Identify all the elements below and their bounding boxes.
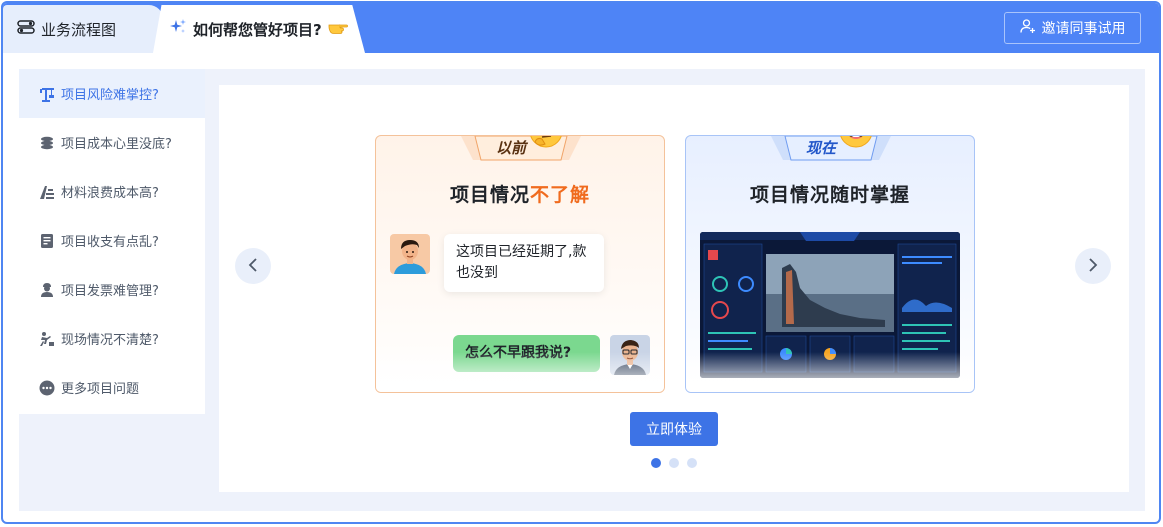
carousel-pagination <box>651 458 697 468</box>
tab-business-flow[interactable]: 业务流程图 <box>3 5 163 53</box>
before-ribbon-label: 以前 <box>495 138 526 157</box>
crane-icon <box>39 86 55 102</box>
sidebar-item-label: 项目成本心里没底? <box>61 137 172 152</box>
sidebar-item-cost[interactable]: 项目成本心里没底? <box>19 118 205 167</box>
before-ribbon: 以前 <box>461 136 581 162</box>
now-ribbon: 现在 <box>771 136 891 162</box>
chevron-left-icon <box>248 257 258 276</box>
comparison-panel: 以前 项目情况不了解 这项目已经延期了,款也没到 现在 项目情况随时掌握 立即体… <box>219 85 1129 492</box>
before-title-prefix: 项目情况 <box>449 184 530 206</box>
toggle-icon <box>17 20 35 38</box>
before-card: 以前 项目情况不了解 这项目已经延期了,款也没到 <box>375 135 665 393</box>
now-card: 现在 项目情况随时掌握 <box>685 135 975 393</box>
sidebar-item-finance[interactable]: 项目收支有点乱? <box>19 216 205 265</box>
tab-manage-project[interactable]: 如何帮您管好项目? <box>153 5 365 53</box>
materials-icon <box>39 184 55 200</box>
sparkle-icon <box>169 18 187 40</box>
try-now-button[interactable]: 立即体验 <box>630 412 718 446</box>
now-ribbon-label: 现在 <box>805 138 836 157</box>
card-fade <box>376 352 664 392</box>
card-fade <box>686 352 974 392</box>
problem-sidebar: 项目风险难掌控? 项目成本心里没底? 材料浪费成本高? 项目收支有点乱? 项目发… <box>19 69 205 414</box>
more-icon <box>39 380 55 396</box>
before-title-highlight: 不了解 <box>530 184 591 206</box>
sidebar-item-invoice[interactable]: 项目发票难管理? <box>19 265 205 314</box>
sidebar-item-label: 项目收支有点乱? <box>61 235 159 250</box>
carousel-next-button[interactable] <box>1075 248 1111 284</box>
now-title: 项目情况随时掌握 <box>749 184 910 206</box>
top-tab-bar: 业务流程图 如何帮您管好项目? 邀请同事试用 <box>3 3 1159 53</box>
avatar <box>390 234 430 274</box>
invite-colleague-label: 邀请同事试用 <box>1041 21 1126 37</box>
before-title: 项目情况不了解 <box>376 180 664 207</box>
sidebar-item-label: 材料浪费成本高? <box>61 186 159 201</box>
chevron-right-icon <box>1088 257 1098 276</box>
sidebar-item-label: 项目风险难掌控? <box>61 88 159 103</box>
carousel-dot[interactable] <box>651 458 661 468</box>
pointing-hand-icon <box>328 19 348 39</box>
thinking-face-icon <box>527 136 565 154</box>
sidebar-item-label: 项目发票难管理? <box>61 284 159 299</box>
ledger-icon <box>39 233 55 249</box>
grinning-face-icon <box>837 136 875 154</box>
invite-colleague-button[interactable]: 邀请同事试用 <box>1004 12 1141 44</box>
carousel-dot[interactable] <box>687 458 697 468</box>
tab-business-flow-label: 业务流程图 <box>41 20 117 39</box>
sidebar-item-risk[interactable]: 项目风险难掌控? <box>19 69 205 118</box>
chat-bubble-client: 这项目已经延期了,款也没到 <box>444 234 604 292</box>
tab-manage-project-label: 如何帮您管好项目? <box>193 20 322 39</box>
person-icon <box>39 282 55 298</box>
worker-icon <box>39 331 55 347</box>
app-frame: 业务流程图 如何帮您管好项目? 邀请同事试用 项目风险难掌控? 项目成本心里没底… <box>1 1 1161 524</box>
sidebar-item-more[interactable]: 更多项目问题 <box>19 363 205 412</box>
coins-icon <box>39 135 55 151</box>
carousel-dot[interactable] <box>669 458 679 468</box>
carousel-prev-button[interactable] <box>235 248 271 284</box>
sidebar-item-label: 现场情况不清楚? <box>61 333 159 348</box>
sidebar-item-site[interactable]: 现场情况不清楚? <box>19 314 205 363</box>
add-user-icon <box>1019 18 1036 38</box>
sidebar-item-materials[interactable]: 材料浪费成本高? <box>19 167 205 216</box>
sidebar-item-label: 更多项目问题 <box>61 382 140 397</box>
